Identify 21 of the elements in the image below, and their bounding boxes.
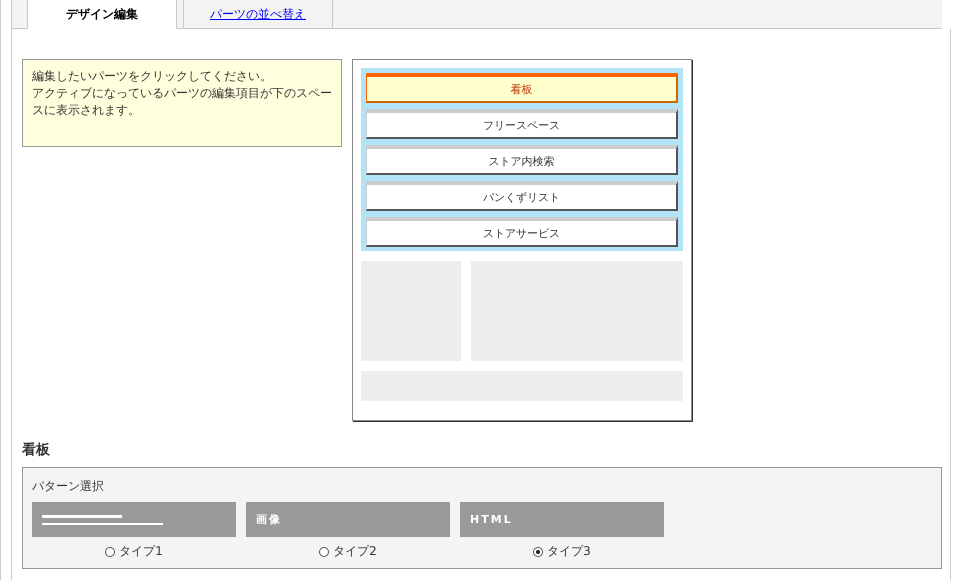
pattern-label: パターン選択 bbox=[32, 478, 105, 495]
part-button[interactable]: ストア内検索 bbox=[366, 145, 678, 175]
radio-label: タイプ2 bbox=[333, 543, 377, 560]
part-button[interactable]: 看板 bbox=[366, 73, 678, 103]
radio-icon[interactable] bbox=[533, 546, 544, 556]
radio-icon[interactable] bbox=[319, 546, 330, 556]
radio-label: タイプ3 bbox=[547, 543, 591, 560]
instruction-text: 編集したいパーツをクリックしてください。 bbox=[32, 68, 273, 85]
pattern-radio[interactable]: タイプ1 bbox=[105, 543, 163, 560]
part-button[interactable]: ストアサービス bbox=[366, 217, 678, 247]
radio-label: タイプ1 bbox=[119, 543, 163, 560]
instruction-text: アクティブになっているパーツの編集項目が下のスペースに表示されます。 bbox=[32, 85, 332, 119]
part-button[interactable]: パンくずリスト bbox=[366, 181, 678, 211]
radio-icon[interactable] bbox=[105, 546, 116, 556]
tab[interactable]: パーツの並べ替え bbox=[183, 0, 333, 29]
part-button[interactable]: フリースペース bbox=[366, 109, 678, 139]
tab[interactable]: デザイン編集 bbox=[27, 0, 177, 29]
pattern-radio[interactable]: タイプ2 bbox=[319, 543, 377, 560]
section-title: 看板 bbox=[22, 441, 51, 459]
pattern-radio[interactable]: タイプ3 bbox=[533, 543, 591, 560]
pattern-preview[interactable] bbox=[32, 502, 236, 537]
